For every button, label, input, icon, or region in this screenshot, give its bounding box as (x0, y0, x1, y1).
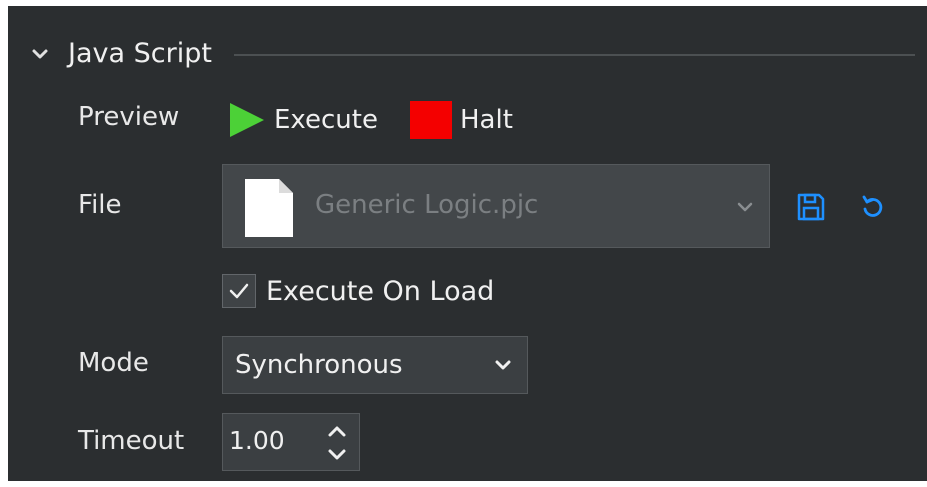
file-dropdown[interactable]: Generic Logic.pjc (222, 164, 770, 248)
document-icon (245, 179, 293, 237)
section-title: Java Script (68, 38, 212, 69)
chevron-up-icon[interactable] (325, 420, 349, 442)
checkmark-icon (229, 283, 249, 299)
execute-button-label: Execute (274, 105, 378, 135)
preview-label: Preview (78, 102, 180, 132)
chevron-down-icon[interactable] (325, 444, 349, 466)
file-label: File (78, 190, 122, 220)
chevron-down-icon[interactable] (30, 44, 50, 64)
reload-icon[interactable] (860, 194, 886, 220)
chevron-down-icon (737, 202, 753, 212)
execute-on-load-checkbox[interactable]: Execute On Load (222, 274, 494, 308)
file-name-value: Generic Logic.pjc (315, 190, 539, 220)
mode-value: Synchronous (235, 350, 403, 380)
timeout-input[interactable] (229, 422, 315, 458)
mode-label: Mode (78, 348, 149, 378)
chevron-down-icon (495, 360, 511, 370)
save-icon[interactable] (796, 192, 826, 222)
timeout-label: Timeout (78, 426, 185, 456)
execute-on-load-label: Execute On Load (266, 275, 495, 307)
stop-icon (410, 101, 452, 139)
halt-button[interactable]: Halt (410, 98, 513, 142)
checkbox-box[interactable] (222, 274, 256, 308)
java-script-panel: Java Script Preview Execute Halt File Ge… (8, 6, 927, 481)
execute-button[interactable]: Execute (228, 98, 378, 142)
timeout-spinbox[interactable] (222, 413, 360, 471)
play-icon (230, 103, 264, 137)
halt-button-label: Halt (460, 105, 513, 135)
mode-dropdown[interactable]: Synchronous (222, 336, 528, 394)
section-divider (234, 54, 915, 56)
section-header[interactable]: Java Script (8, 26, 927, 82)
